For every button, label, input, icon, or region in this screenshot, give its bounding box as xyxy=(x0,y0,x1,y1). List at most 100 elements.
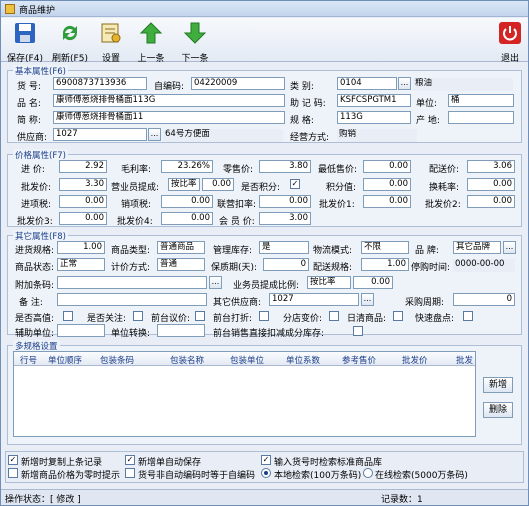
name-field[interactable]: 康师傅葱烧排骨桶面113G xyxy=(53,94,285,107)
front-bargain-label: 前台议价: xyxy=(151,314,191,324)
wholesale1-field[interactable]: 0.00 xyxy=(363,195,411,208)
pricing-select[interactable]: 普通 xyxy=(157,258,205,271)
other-supplier-browse-button[interactable]: ... xyxy=(361,293,374,306)
category-label: 类 别: xyxy=(290,82,314,92)
points-checkbox[interactable]: ✓ xyxy=(290,179,300,189)
origin-label: 产 地: xyxy=(416,116,440,126)
front-discount-checkbox[interactable] xyxy=(259,311,269,321)
autosave-checkbox[interactable]: ✓ xyxy=(125,455,135,465)
online-search-radio[interactable] xyxy=(363,468,373,478)
front-bargain-checkbox[interactable] xyxy=(195,311,205,321)
barcode-field[interactable] xyxy=(57,276,207,289)
next-button[interactable]: 下一条 xyxy=(177,20,213,64)
focus-checkbox[interactable] xyxy=(133,311,143,321)
multi-add-button[interactable]: 新增 xyxy=(483,377,513,393)
input-tax-label: 进项税: xyxy=(21,200,52,210)
dist-price-label: 配送价: xyxy=(429,165,460,175)
dist-spec-field[interactable]: 1.00 xyxy=(361,258,409,271)
local-search-radio[interactable] xyxy=(261,468,271,478)
shelf-life-field[interactable]: 0 xyxy=(263,258,309,271)
margin-field[interactable]: 23.26% xyxy=(161,160,213,173)
grid-header: 行号 单位顺序 包装条码 包装名称 包装单位 单位系数 参考售价 批发价 批发 xyxy=(14,352,475,366)
quick-count-checkbox[interactable] xyxy=(463,311,473,321)
member-price-field[interactable]: 3.00 xyxy=(259,212,311,225)
exchange-field[interactable]: 0.00 xyxy=(467,178,515,191)
supplier-browse-button[interactable]: ... xyxy=(148,128,161,141)
zero-price-checkbox[interactable] xyxy=(8,468,18,478)
wholesale2-field[interactable]: 0.00 xyxy=(467,195,515,208)
high-value-checkbox[interactable] xyxy=(63,311,73,321)
mode-label: 经营方式: xyxy=(290,133,330,143)
short-label: 简 称: xyxy=(17,116,41,126)
front-sale-checkbox[interactable] xyxy=(353,326,363,336)
logistics-select[interactable]: 不限 xyxy=(361,241,409,254)
manage-stock-select[interactable]: 是 xyxy=(259,241,309,254)
brand-browse-button[interactable]: ... xyxy=(503,241,516,254)
col-pack-barcode: 包装条码 xyxy=(100,356,135,366)
sales-commission-field[interactable]: 0.00 xyxy=(353,276,393,289)
points-label: 是否积分: xyxy=(241,183,281,193)
settings-icon xyxy=(101,23,121,43)
supplier-label: 供应商: xyxy=(17,133,48,143)
window-title: 商品维护 xyxy=(19,6,56,16)
col-row-no: 行号 xyxy=(20,356,38,366)
stop-time-label: 停购时间: xyxy=(411,263,451,273)
prev-button[interactable]: 上一条 xyxy=(133,20,169,64)
origin-field[interactable] xyxy=(448,111,514,124)
aux-unit-field[interactable] xyxy=(57,324,105,337)
copy-checkbox[interactable]: ✓ xyxy=(8,455,18,465)
sales-commission-type-select[interactable]: 按比率 xyxy=(307,276,351,289)
retail-field[interactable]: 3.80 xyxy=(259,160,311,173)
brand-field[interactable]: 其它品牌 xyxy=(453,241,501,254)
multi-delete-button[interactable]: 删除 xyxy=(483,402,513,418)
settings-button[interactable]: 设置 xyxy=(95,20,127,64)
save-button[interactable]: 保存(F4) xyxy=(5,20,45,64)
goods-no-field[interactable]: 6900873713936 xyxy=(53,77,147,90)
category-browse-button[interactable]: ... xyxy=(398,77,411,90)
type-select[interactable]: 普通商品 xyxy=(157,241,205,254)
buy-price-field[interactable]: 2.92 xyxy=(59,160,107,173)
joint-field[interactable]: 0.00 xyxy=(259,195,311,208)
wholesale3-field[interactable]: 0.00 xyxy=(59,212,107,225)
wholesale-field[interactable]: 3.30 xyxy=(59,178,107,191)
refresh-button[interactable]: 刷新(F5) xyxy=(49,20,91,64)
no-auto-code-checkbox[interactable] xyxy=(125,468,135,478)
high-value-label: 是否高值: xyxy=(15,314,55,324)
branch-price-checkbox[interactable] xyxy=(329,311,339,321)
prev-label: 上一条 xyxy=(137,54,165,64)
name-label: 品 名: xyxy=(17,99,41,109)
col-wholesale: 批发价 xyxy=(402,356,428,366)
other-supplier-label: 其它供应商: xyxy=(213,298,262,308)
dist-price-field[interactable]: 3.06 xyxy=(467,160,515,173)
refresh-icon xyxy=(62,25,78,41)
category-code-field[interactable]: 0104 xyxy=(337,77,397,90)
unit-convert-field[interactable] xyxy=(157,324,205,337)
lookup-checkbox[interactable]: ✓ xyxy=(261,455,271,465)
unit-field[interactable]: 桶 xyxy=(448,94,514,107)
exit-button[interactable]: 退出 xyxy=(495,20,525,64)
autosave-label: 新增单自动保存 xyxy=(138,458,202,468)
commission-field[interactable]: 0.00 xyxy=(202,178,234,191)
self-code-field[interactable]: 04220009 xyxy=(191,77,285,90)
output-tax-field[interactable]: 0.00 xyxy=(161,195,213,208)
min-price-field[interactable]: 0.00 xyxy=(363,160,411,173)
barcode-browse-button[interactable]: ... xyxy=(209,276,222,289)
period-field[interactable]: 0 xyxy=(453,293,515,306)
fresh-checkbox[interactable] xyxy=(393,311,403,321)
front-discount-label: 前台打折: xyxy=(213,314,253,324)
remark-field[interactable] xyxy=(57,293,207,306)
power-icon xyxy=(499,22,521,44)
mnemonic-field[interactable]: KSFCSPGTM1 xyxy=(337,94,411,107)
wholesale4-field[interactable]: 0.00 xyxy=(161,212,213,225)
short-name-field[interactable]: 康师傅葱烧排骨桶面11 xyxy=(53,111,285,124)
supplier-code-field[interactable]: 1027 xyxy=(53,128,147,141)
inspec-field[interactable]: 1.00 xyxy=(57,241,105,254)
commission-type-select[interactable]: 按比率 xyxy=(168,178,200,191)
spec-field[interactable]: 113G xyxy=(337,111,411,124)
other-supplier-field[interactable]: 1027 xyxy=(269,293,359,306)
pointval-field[interactable]: 0.00 xyxy=(363,178,411,191)
aux-unit-label: 辅助单位: xyxy=(15,329,55,339)
multi-spec-grid[interactable]: 行号 单位顺序 包装条码 包装名称 包装单位 单位系数 参考售价 批发价 批发 xyxy=(13,351,476,437)
input-tax-field[interactable]: 0.00 xyxy=(59,195,107,208)
goods-status-select[interactable]: 正常 xyxy=(57,258,105,271)
